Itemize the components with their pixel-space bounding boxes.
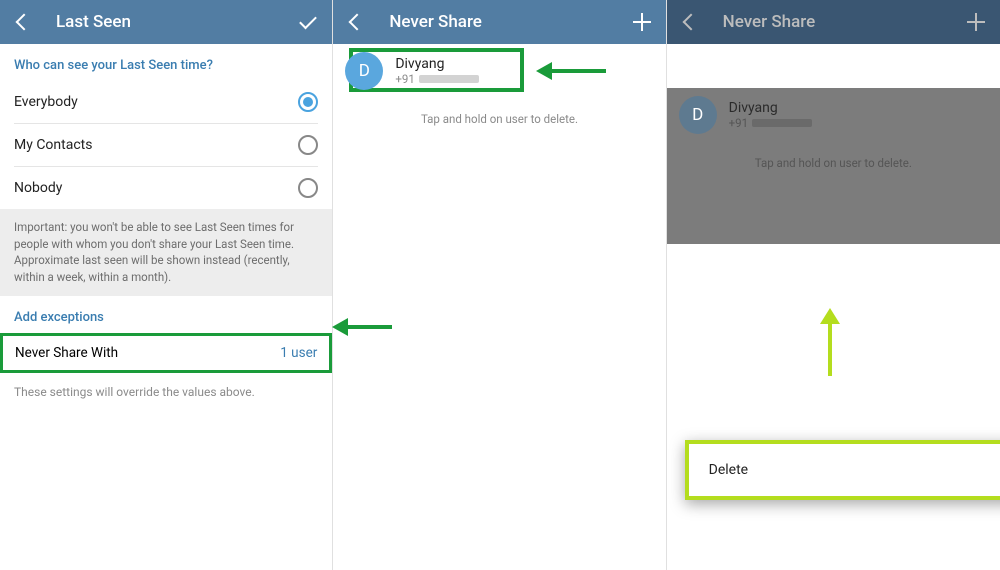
never-share-count: 1 user [280, 345, 317, 361]
radio-icon[interactable] [298, 135, 318, 155]
contact-info: Divyang +91 [729, 100, 812, 130]
never-share-label: Never Share With [15, 345, 118, 361]
radio-icon[interactable] [298, 92, 318, 112]
redacted-number [752, 119, 812, 127]
back-icon[interactable] [679, 10, 703, 34]
panel-never-share: Never Share D Divyang +91 Tap and hold o… [333, 0, 666, 570]
header-never-share-dim: Never Share [667, 0, 1000, 44]
info-note: Important: you won't be able to see Last… [0, 209, 332, 296]
option-nobody[interactable]: Nobody [0, 167, 332, 209]
header-last-seen: Last Seen [0, 0, 332, 44]
phone-prefix: +91 [729, 116, 748, 130]
add-icon[interactable] [964, 10, 988, 34]
confirm-check-icon[interactable] [296, 10, 320, 34]
option-everybody[interactable]: Everybody [0, 81, 332, 123]
footer-note: These settings will override the values … [0, 373, 332, 411]
tap-hold-hint: Tap and hold on user to delete. [667, 142, 1000, 184]
contact-info: Divyang +91 [395, 56, 478, 86]
delete-popup[interactable]: Delete [685, 440, 1000, 500]
contact-row-dim[interactable]: D Divyang +91 [667, 88, 1000, 142]
back-icon[interactable] [12, 10, 36, 34]
option-label: My Contacts [14, 137, 92, 153]
phone-prefix: +91 [395, 72, 414, 86]
contact-name: Divyang [395, 56, 478, 72]
add-icon[interactable] [630, 10, 654, 34]
three-panel-layout: Last Seen Who can see your Last Seen tim… [0, 0, 1000, 570]
option-my-contacts[interactable]: My Contacts [0, 124, 332, 166]
panel-last-seen: Last Seen Who can see your Last Seen tim… [0, 0, 333, 570]
panel-never-share-delete: Never Share D Divyang +91 Tap and hold o… [667, 0, 1000, 570]
header-title: Never Share [723, 12, 964, 32]
tap-hold-hint: Tap and hold on user to delete. [333, 98, 665, 140]
option-label: Everybody [14, 94, 78, 110]
back-icon[interactable] [345, 10, 369, 34]
contact-row[interactable]: D Divyang +91 [333, 44, 665, 98]
contact-phone: +91 [395, 72, 478, 86]
section-add-exceptions: Add exceptions [0, 296, 332, 333]
radio-icon[interactable] [298, 178, 318, 198]
avatar: D [679, 96, 717, 134]
contact-name: Divyang [729, 100, 812, 116]
header-never-share: Never Share [333, 0, 665, 44]
avatar: D [345, 52, 383, 90]
option-label: Nobody [14, 180, 62, 196]
redacted-number [419, 75, 479, 83]
dim-overlay: D Divyang +91 Tap and hold on user to de… [667, 88, 1000, 244]
section-who-can-see: Who can see your Last Seen time? [0, 44, 332, 81]
header-title: Never Share [389, 12, 629, 32]
contact-phone: +91 [729, 116, 812, 130]
header-title: Last Seen [56, 12, 296, 32]
never-share-with-row[interactable]: Never Share With 1 user [0, 333, 332, 373]
